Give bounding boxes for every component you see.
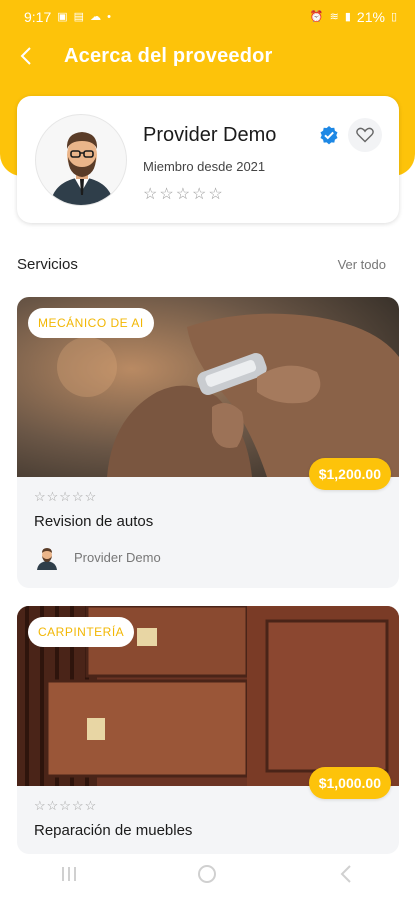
service-image: MECÁNICO DE AI xyxy=(17,297,399,477)
avatar-illustration xyxy=(50,132,114,205)
system-nav-bar xyxy=(0,854,415,900)
member-since: Miembro desde 2021 xyxy=(143,159,266,174)
service-card[interactable]: MECÁNICO DE AI $1,200.00 ☆☆☆☆☆ Revision … xyxy=(17,297,399,588)
page-title: Acerca del proveedor xyxy=(64,44,273,67)
status-bar: 9:17 ▣ ▤ ☁ • ⏰ ≋ ▮ 21% ▯ xyxy=(0,0,415,34)
recents-icon[interactable] xyxy=(44,865,94,889)
wifi-icon: ≋ xyxy=(329,10,339,23)
services-heading: Servicios xyxy=(17,256,78,273)
service-card[interactable]: CARPINTERÍA $1,000.00 ☆☆☆☆☆ Reparación d… xyxy=(17,606,399,854)
see-all-link[interactable]: Ver todo xyxy=(338,257,386,272)
signal-icon: ▮ xyxy=(344,10,351,23)
provider-card: Provider Demo Miembro desde 2021 ☆☆☆☆☆ xyxy=(17,96,399,223)
category-badge: MECÁNICO DE AI xyxy=(28,308,154,338)
provider-name: Provider Demo xyxy=(143,124,277,146)
service-provider: Provider Demo xyxy=(34,544,161,570)
facebook-icon: ▤ xyxy=(73,10,85,23)
service-provider-name: Provider Demo xyxy=(74,549,161,565)
provider-rating: ☆☆☆☆☆ xyxy=(143,186,225,203)
battery-icon: ▯ xyxy=(390,10,397,23)
service-rating: ☆☆☆☆☆ xyxy=(34,489,98,504)
alarm-icon: ⏰ xyxy=(309,10,324,23)
price-tag: $1,200.00 xyxy=(308,458,391,490)
heart-outline-icon xyxy=(356,127,374,143)
price-tag: $1,000.00 xyxy=(308,767,391,799)
back-arrow-icon xyxy=(20,47,31,65)
dot-icon: • xyxy=(107,10,111,23)
back-button[interactable] xyxy=(0,34,50,78)
service-title: Revision de autos xyxy=(34,513,154,530)
service-title: Reparación de muebles xyxy=(34,822,193,839)
back-icon[interactable] xyxy=(321,864,371,890)
verified-badge-icon xyxy=(320,126,338,145)
cloud-icon: ☁ xyxy=(90,10,102,23)
home-icon[interactable] xyxy=(182,863,232,891)
service-rating: ☆☆☆☆☆ xyxy=(34,798,98,813)
category-badge: CARPINTERÍA xyxy=(28,617,135,647)
favorite-button[interactable] xyxy=(348,118,382,152)
battery-level: 21% xyxy=(356,9,385,25)
provider-mini-avatar xyxy=(37,548,57,570)
provider-avatar xyxy=(35,114,127,206)
app-bar: Acerca del proveedor xyxy=(0,34,415,78)
status-time: 9:17 xyxy=(24,9,52,25)
service-image: CARPINTERÍA xyxy=(17,606,399,786)
gallery-icon: ▣ xyxy=(57,10,68,23)
